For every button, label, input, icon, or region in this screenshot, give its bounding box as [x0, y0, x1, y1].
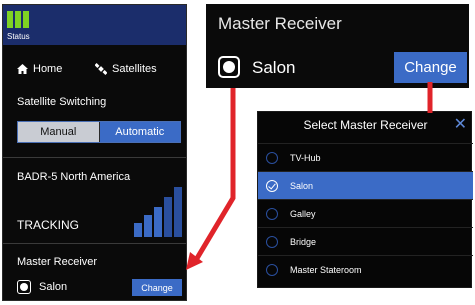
option-label: Salon [290, 181, 314, 191]
status-bars-icon [7, 11, 29, 28]
close-icon[interactable]: ✕ [454, 114, 467, 134]
receiver-icon [218, 56, 240, 78]
switching-segmented-control: Manual Automatic [17, 121, 181, 143]
manual-button[interactable]: Manual [18, 122, 99, 142]
switching-title: Satellite Switching [17, 96, 107, 108]
home-icon [17, 64, 28, 74]
nav-home-label: Home [33, 63, 63, 75]
nav-bar: Home Satellites [3, 63, 186, 79]
zoom-change-button[interactable]: Change [394, 52, 467, 83]
radio-icon [266, 208, 278, 220]
signal-strength-icon [134, 187, 184, 237]
nav-satellites-label: Satellites [112, 63, 157, 75]
receiver-icon [17, 280, 31, 294]
status-bar[interactable]: Status [3, 5, 186, 45]
zoom-title: Master Receiver [218, 14, 342, 33]
radio-icon [266, 152, 278, 164]
receiver-title: Master Receiver [17, 256, 98, 268]
nav-home[interactable]: Home [17, 63, 62, 75]
receiver-option[interactable]: Galley [258, 199, 473, 227]
option-label: Master Stateroom [290, 265, 362, 275]
divider [3, 157, 186, 158]
receiver-option[interactable]: TV-Hub [258, 143, 473, 171]
option-label: TV-Hub [290, 153, 321, 163]
option-label: Bridge [290, 237, 317, 247]
check-icon [266, 180, 278, 192]
zoomed-receiver-panel: Master Receiver Salon Change [206, 4, 469, 88]
receiver-option[interactable]: Master Stateroom [258, 255, 473, 283]
satellite-name: BADR-5 North America [17, 171, 131, 183]
arrow-head-icon [186, 252, 203, 270]
nav-satellites[interactable]: Satellites [95, 63, 157, 75]
receiver-option[interactable]: Bridge [258, 227, 473, 255]
select-receiver-dialog: Select Master Receiver ✕ TV-Hub Salon Ga… [257, 111, 473, 288]
zoom-current: Salon [252, 58, 296, 77]
receiver-current: Salon [39, 281, 68, 293]
option-label: Galley [290, 209, 316, 219]
status-label: Status [7, 32, 30, 41]
satellite-icon [95, 63, 107, 75]
automatic-button[interactable]: Automatic [98, 122, 180, 142]
app-panel: Status Home Satellites Satellite Switchi… [2, 4, 187, 301]
receiver-option-selected[interactable]: Salon [258, 171, 473, 199]
dialog-title: Select Master Receiver [303, 118, 428, 132]
radio-icon [266, 236, 278, 248]
receiver-row: Salon Change [17, 279, 183, 297]
tracking-status: TRACKING [17, 218, 80, 232]
divider [3, 243, 186, 244]
receiver-change-button[interactable]: Change [132, 279, 182, 296]
screenshot-stage: Status Home Satellites Satellite Switchi… [0, 0, 475, 305]
radio-icon [266, 264, 278, 276]
arrow-to-receiver [193, 88, 236, 262]
